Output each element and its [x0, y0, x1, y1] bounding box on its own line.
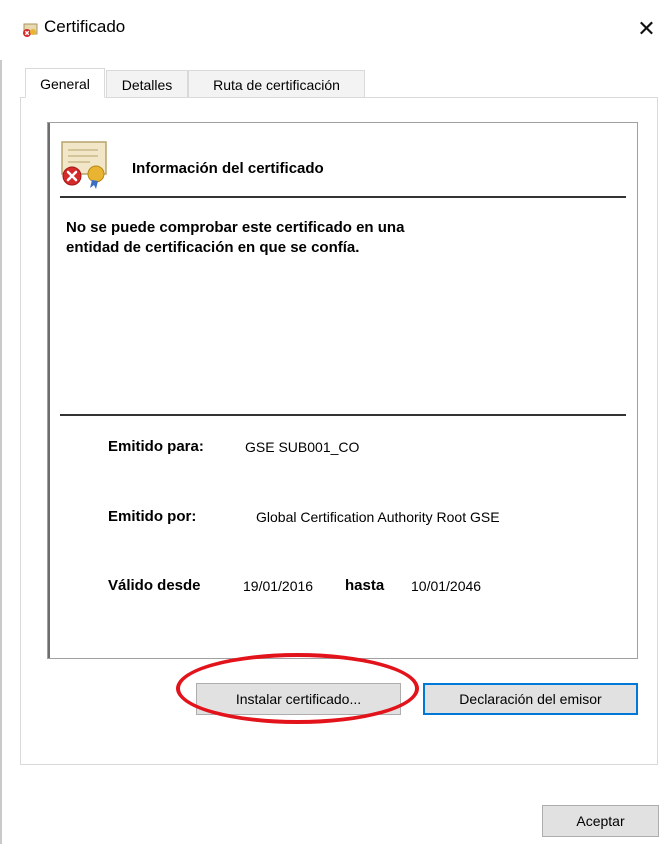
valid-to-label: hasta — [345, 577, 385, 594]
issued-by-label: Emitido por: — [108, 508, 197, 525]
valid-to-value: 10/01/2046 — [411, 578, 482, 594]
close-icon[interactable]: ✕ — [634, 14, 659, 44]
certificate-error-icon — [22, 22, 38, 38]
window-title: Certificado — [44, 17, 126, 36]
issued-to-value: GSE SUB001_CO — [245, 439, 360, 455]
install-certificate-button[interactable]: Instalar certificado... — [196, 683, 401, 715]
tab-details[interactable]: Detalles — [106, 70, 188, 98]
certificate-error-large-icon — [58, 138, 110, 190]
certificate-info-heading: Información del certificado — [132, 160, 324, 177]
issuer-statement-button[interactable]: Declaración del emisor — [423, 683, 638, 715]
warning-line-1: No se puede comprobar este certificado e… — [66, 219, 405, 236]
trust-warning-message: No se puede comprobar este certificado e… — [66, 218, 586, 258]
warning-line-2: entidad de certificación en que se confí… — [66, 239, 360, 256]
accept-button[interactable]: Aceptar — [542, 805, 659, 837]
valid-from-value: 19/01/2016 — [243, 578, 314, 594]
divider-bottom — [60, 414, 626, 416]
issued-by-value: Global Certification Authority Root GSE — [256, 509, 500, 525]
title-bar: Certificado ✕ — [0, 0, 659, 60]
window-left-border — [0, 0, 2, 844]
tab-general[interactable]: General — [25, 68, 105, 98]
valid-from-label: Válido desde — [108, 577, 201, 594]
divider-top — [60, 196, 626, 198]
issued-to-label: Emitido para: — [108, 438, 204, 455]
tab-certification-path[interactable]: Ruta de certificación — [188, 70, 365, 98]
